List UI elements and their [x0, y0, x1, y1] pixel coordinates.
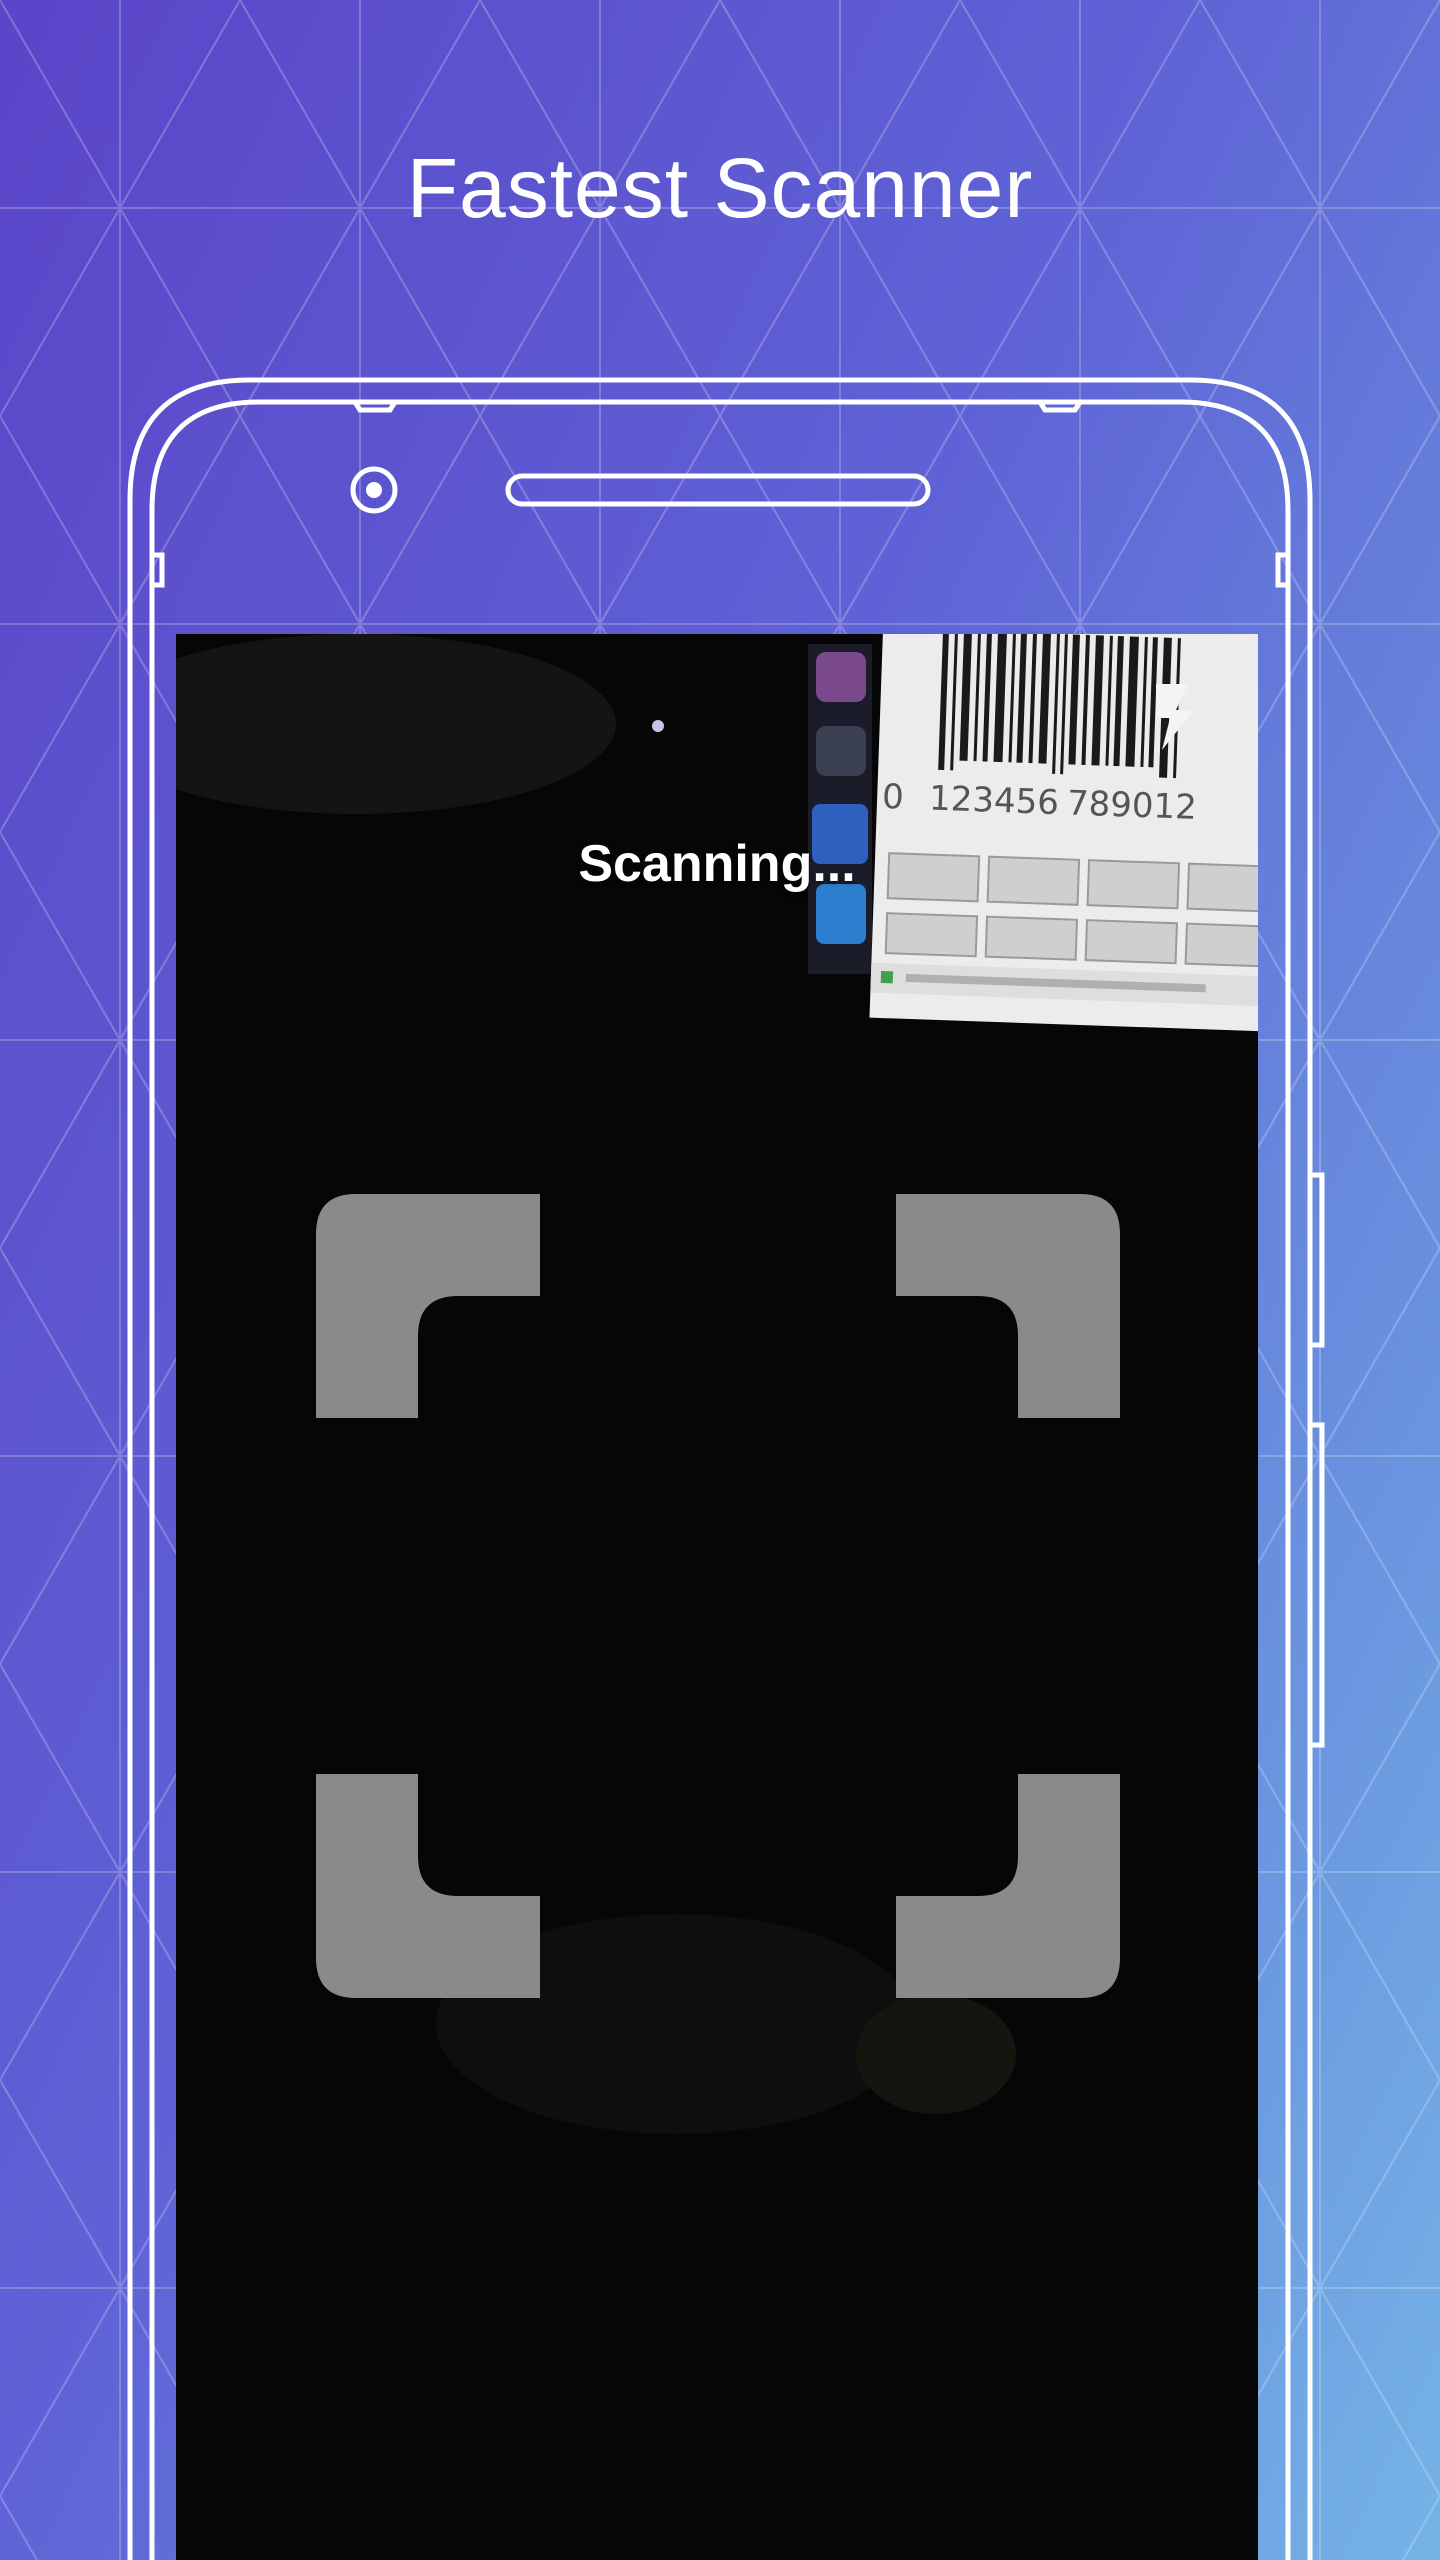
viewfinder-corner-top-left	[316, 1194, 540, 1418]
viewfinder-corner-bottom-left	[316, 1774, 540, 1998]
camera-preview[interactable]: 0 123456 789012 Scanning...	[176, 634, 1258, 2560]
svg-text:789012: 789012	[1066, 783, 1197, 828]
svg-text:123456: 123456	[928, 779, 1059, 824]
svg-text:0: 0	[881, 777, 904, 818]
viewfinder-frame	[316, 1194, 1120, 1998]
scanning-status: Scanning...	[578, 835, 856, 893]
viewfinder-corner-bottom-right	[896, 1774, 1120, 1998]
viewfinder-corner-top-right	[896, 1194, 1120, 1418]
flash-icon[interactable]	[1146, 682, 1206, 752]
